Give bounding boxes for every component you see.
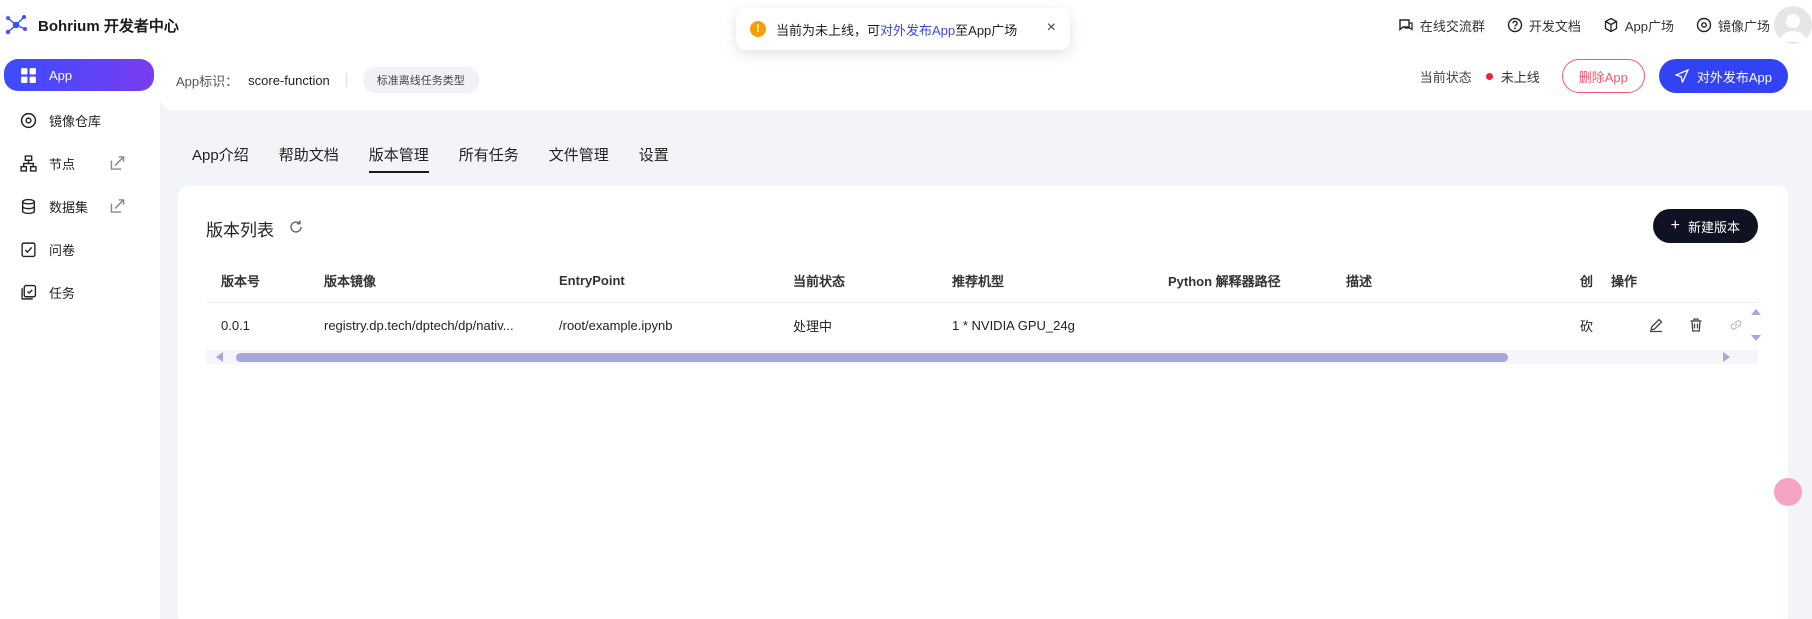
column-header-actions: 操作 (1609, 258, 1759, 302)
top-link-label: 镜像广场 (1717, 18, 1770, 34)
refresh-icon[interactable] (288, 219, 304, 235)
status-label: 当前状态 (1419, 69, 1472, 85)
row-actions (1624, 303, 1758, 347)
sidebar-item-image-repo[interactable]: 镜像仓库 (4, 100, 154, 140)
disc-icon (1696, 17, 1712, 33)
delete-app-button[interactable]: 删除App (1561, 59, 1645, 93)
sidebar: App 镜像仓库 节点 数据集 问卷 任务 (0, 50, 160, 619)
tab-app-intro[interactable]: App介绍 (192, 144, 249, 173)
app-info-bar: App标识： score-function 标准离线任务类型 当前状态 未上线 … (160, 50, 1812, 110)
user-icon (1779, 14, 1807, 42)
sidebar-item-nodes[interactable]: 节点 (4, 143, 154, 183)
tab-settings[interactable]: 设置 (639, 144, 669, 173)
sidebar-item-tasks[interactable]: 任务 (4, 272, 154, 312)
top-link-label: 开发文档 (1528, 18, 1581, 34)
scroll-right-arrow[interactable] (1723, 352, 1730, 362)
cell-entrypoint: /root/example.ipynb (559, 317, 673, 333)
warning-icon: ! (750, 21, 766, 37)
toast-publish-link[interactable]: 对外发布App (880, 20, 955, 39)
publish-app-label: 对外发布App (1696, 69, 1772, 85)
tab-bar: App介绍 帮助文档 版本管理 所有任务 文件管理 设置 (192, 144, 669, 173)
divider (345, 73, 347, 87)
column-header-version: 版本号 (221, 273, 261, 289)
notice-toast: ! 当前为未上线，可 对外发布App 至App广场 × (736, 8, 1070, 50)
top-link-chat[interactable]: 在线交流群 (1398, 16, 1485, 35)
sidebar-item-label: 节点 (49, 156, 76, 172)
sidebar-item-survey[interactable]: 问卷 (4, 229, 154, 269)
app-type-badge: 标准离线任务类型 (362, 67, 479, 93)
edit-icon[interactable] (1648, 317, 1664, 333)
column-header-description: 描述 (1346, 273, 1373, 289)
vertical-scrollbar[interactable] (1750, 303, 1762, 347)
avatar[interactable] (1774, 6, 1812, 44)
sidebar-item-label: 任务 (49, 285, 76, 301)
top-link-image-square[interactable]: 镜像广场 (1696, 16, 1770, 35)
top-link-label: App广场 (1624, 18, 1674, 34)
column-header-image: 版本镜像 (324, 273, 377, 289)
external-link-icon (110, 199, 125, 213)
chat-icon (1399, 19, 1413, 31)
top-links: 在线交流群 开发文档 App广场 镜像广场 (1398, 0, 1770, 50)
status-area: 当前状态 未上线 删除App 对外发布App (1420, 59, 1788, 93)
task-icon (21, 284, 37, 300)
cell-status: 处理中 (793, 318, 833, 334)
column-header-machine: 推荐机型 (952, 273, 1005, 289)
version-list-title: 版本列表 (206, 221, 274, 240)
tab-file-management[interactable]: 文件管理 (549, 144, 609, 173)
top-link-docs[interactable]: 开发文档 (1507, 16, 1581, 35)
status-value: 未上线 (1500, 69, 1540, 85)
tab-all-tasks[interactable]: 所有任务 (459, 144, 519, 173)
logo-icon (5, 15, 27, 35)
top-link-app-square[interactable]: App广场 (1603, 16, 1674, 35)
sidebar-item-label: 数据集 (49, 199, 89, 215)
delete-icon[interactable] (1688, 317, 1704, 333)
column-header-status: 当前状态 (793, 273, 846, 289)
cell-created: 砍 (1580, 318, 1594, 334)
cube-icon (1604, 17, 1617, 33)
cell-machine: 1 * NVIDIA GPU_24g (952, 317, 1075, 333)
cell-image: registry.dp.tech/dptech/dp/nativ... (324, 317, 514, 333)
help-icon (1507, 17, 1523, 33)
plus-icon: + (1670, 217, 1680, 234)
tab-help-docs[interactable]: 帮助文档 (279, 144, 339, 173)
new-version-label: 新建版本 (1687, 219, 1740, 235)
table-header: 版本号 版本镜像 EntryPoint 当前状态 推荐机型 Python 解释器… (206, 258, 1759, 302)
close-icon[interactable]: × (1047, 19, 1056, 37)
send-icon (1674, 69, 1689, 83)
sidebar-item-datasets[interactable]: 数据集 (4, 186, 154, 226)
node-icon (20, 154, 37, 172)
horizontal-scrollbar[interactable] (206, 350, 1758, 364)
version-list-card: 版本列表 + 新建版本 版本号 版本镜像 EntryPoint 当前状态 推荐机… (178, 186, 1802, 619)
grid-icon (21, 67, 36, 83)
floating-helper-button[interactable] (1774, 478, 1802, 506)
app-id-label: App标识： (176, 73, 239, 89)
app-id-value: score-function (248, 72, 330, 88)
sidebar-item-label: 镜像仓库 (49, 113, 102, 129)
database-icon (21, 198, 36, 214)
cell-version: 0.0.1 (221, 317, 250, 333)
scrollbar-thumb[interactable] (236, 353, 1508, 362)
external-link-icon (110, 156, 125, 170)
sidebar-item-label: 问卷 (49, 242, 76, 258)
column-header-entrypoint: EntryPoint (559, 272, 625, 288)
sidebar-item-app[interactable]: App (4, 59, 154, 91)
link-icon[interactable] (1728, 317, 1744, 333)
toast-text-before: 当前为未上线，可 (776, 22, 881, 38)
version-table: 版本号 版本镜像 EntryPoint 当前状态 推荐机型 Python 解释器… (206, 258, 1761, 364)
column-header-python-path: Python 解释器路径 (1168, 273, 1281, 289)
scroll-left-arrow[interactable] (216, 352, 223, 362)
publish-app-button[interactable]: 对外发布App (1658, 59, 1788, 93)
new-version-button[interactable]: + 新建版本 (1652, 209, 1758, 243)
sidebar-item-label: App (49, 67, 73, 83)
status-dot (1485, 72, 1493, 80)
brand-logo[interactable]: Bohrium 开发者中心 (0, 0, 180, 50)
toast-text-after: 至App广场 (955, 22, 1018, 38)
table-row: 0.0.1 registry.dp.tech/dptech/dp/nativ..… (206, 302, 1761, 347)
brand-name: Bohrium 开发者中心 (38, 17, 179, 35)
column-header-created: 创 (1580, 273, 1594, 289)
disc-icon (20, 112, 37, 128)
survey-icon (21, 241, 36, 257)
top-link-label: 在线交流群 (1419, 18, 1485, 34)
tab-version-management[interactable]: 版本管理 (368, 144, 429, 173)
